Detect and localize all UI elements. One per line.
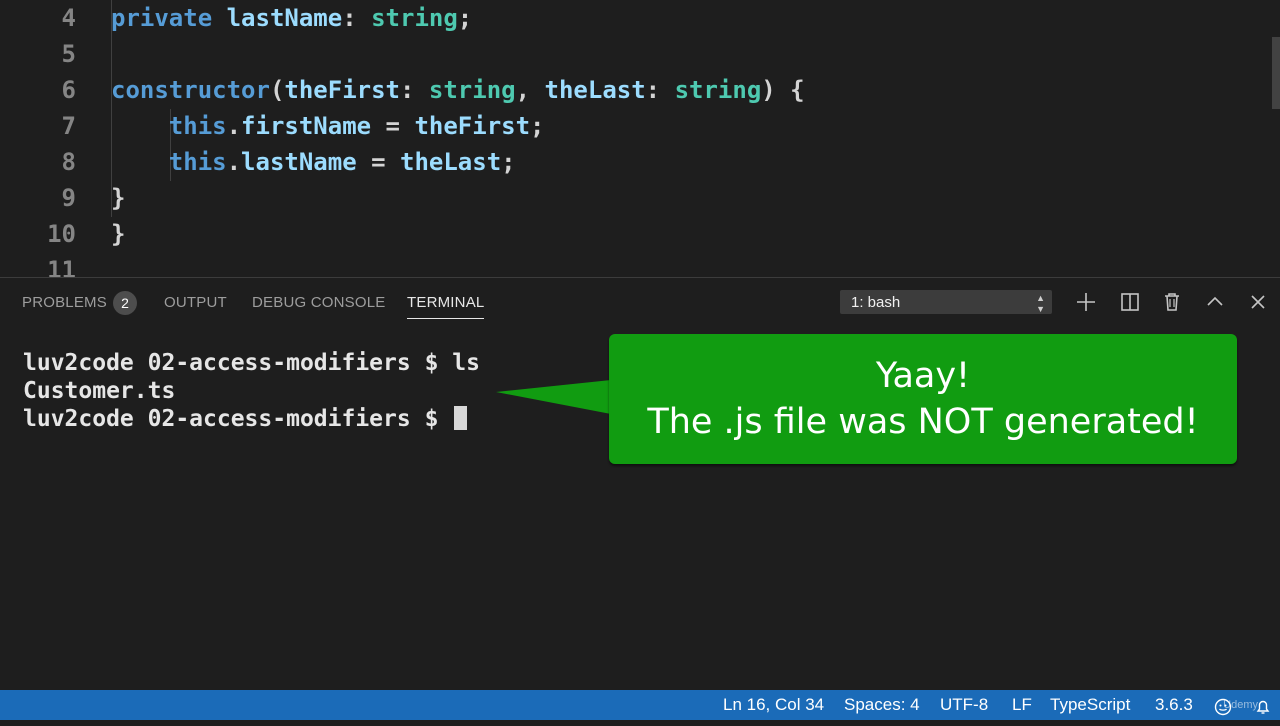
- code-line[interactable]: 11: [0, 252, 1280, 277]
- terminal-line: luv2code 02-access-modifiers $ ls: [23, 350, 480, 376]
- code-token: .: [226, 148, 242, 176]
- line-number: 9: [61, 184, 76, 212]
- watermark-text: Udemy: [1223, 699, 1258, 711]
- code-token: }: [111, 184, 126, 212]
- code-token: ) {: [761, 76, 805, 104]
- tab-problems[interactable]: PROBLEMS: [22, 294, 107, 318]
- terminal-cursor: [454, 406, 468, 430]
- trash-icon[interactable]: [1160, 290, 1184, 314]
- code-line[interactable]: 5: [0, 36, 1280, 72]
- code-line[interactable]: 9}: [0, 180, 1280, 216]
- code-token: lastName: [241, 148, 357, 176]
- status-cursor-position[interactable]: Ln 16, Col 34: [723, 690, 824, 720]
- line-number: 8: [61, 148, 76, 176]
- code-editor[interactable]: 4 private lastName: string; 5 6 constructor(…: [0, 0, 1280, 277]
- code-token: .: [226, 112, 242, 140]
- code-token: theFirst: [414, 112, 531, 140]
- status-bar: Ln 16, Col 34 Spaces: 4 UTF-8 LF TypeScr…: [0, 690, 1280, 720]
- code-line[interactable]: 4 private lastName: string;: [0, 0, 1280, 36]
- status-language[interactable]: TypeScript: [1050, 690, 1130, 720]
- line-number: 11: [47, 256, 76, 277]
- code-token: ;: [457, 4, 473, 32]
- code-token: :: [400, 76, 429, 104]
- code-token: ;: [501, 148, 516, 176]
- callout-pointer: [496, 380, 611, 414]
- code-token: theLast: [544, 76, 646, 104]
- code-token: ;: [530, 112, 545, 140]
- code-token: (: [269, 76, 285, 104]
- code-line[interactable]: 6 constructor(theFirst: string, theLast: …: [0, 72, 1280, 108]
- code-token: string: [674, 76, 762, 104]
- line-number: 10: [47, 220, 76, 248]
- code-token: this: [111, 112, 227, 140]
- terminal-select-value: 1: bash: [851, 294, 901, 311]
- split-icon[interactable]: [1118, 290, 1142, 314]
- code-token: lastName: [226, 4, 343, 32]
- status-encoding[interactable]: UTF-8: [940, 690, 988, 720]
- code-token: :: [342, 4, 372, 32]
- status-version[interactable]: 3.6.3: [1155, 690, 1193, 720]
- code-line[interactable]: 10}: [0, 216, 1280, 252]
- status-eol[interactable]: LF: [1012, 690, 1032, 720]
- line-number: 6: [61, 76, 76, 104]
- bell-icon[interactable]: [1254, 696, 1272, 714]
- line-number: 5: [61, 40, 76, 68]
- terminal-line: Customer.ts: [23, 378, 176, 404]
- terminal-prompt: luv2code 02-access-modifiers $: [23, 406, 453, 432]
- close-icon[interactable]: [1246, 290, 1270, 314]
- terminal-select[interactable]: 1: bash ▲ ▼: [840, 290, 1052, 314]
- annotation-callout: Yaay! The .js file was NOT generated!: [609, 334, 1237, 464]
- code-token: string: [428, 76, 516, 104]
- line-number: 4: [61, 4, 76, 32]
- plus-icon[interactable]: [1074, 290, 1098, 314]
- code-token: string: [371, 4, 458, 32]
- code-text: }: [111, 216, 125, 252]
- code-line[interactable]: 7 this.firstName = theFirst;: [0, 108, 1280, 144]
- tab-output[interactable]: OUTPUT: [164, 294, 227, 318]
- code-line[interactable]: 8 this.lastName = theLast;: [0, 144, 1280, 180]
- tab-debug-console[interactable]: DEBUG CONSOLE: [252, 294, 385, 318]
- select-arrows-icon: ▲ ▼: [1036, 293, 1045, 314]
- code-token: private: [111, 4, 227, 32]
- terminal-output[interactable]: luv2code 02-access-modifiers $ ls Custom…: [23, 349, 480, 433]
- terminal-prompt-line: luv2code 02-access-modifiers $: [23, 405, 480, 433]
- code-token: theLast: [400, 148, 502, 176]
- problems-count-badge: 2: [113, 291, 137, 315]
- code-text: this.lastName = theLast;: [111, 144, 516, 180]
- status-indentation[interactable]: Spaces: 4: [844, 690, 920, 720]
- code-token: :: [645, 76, 675, 104]
- code-token: theFirst: [284, 76, 400, 104]
- code-token: }: [111, 220, 126, 248]
- code-token: this: [111, 148, 227, 176]
- code-token: firstName: [241, 112, 372, 140]
- code-token: =: [371, 112, 415, 140]
- code-text: private lastName: string;: [111, 0, 472, 36]
- code-token: constructor: [111, 76, 270, 104]
- code-token: ,: [515, 76, 545, 104]
- panel-tabbar: PROBLEMS 2 OUTPUT DEBUG CONSOLE TERMINAL…: [0, 278, 1280, 326]
- callout-line-1: Yaay!: [875, 356, 971, 396]
- code-token: =: [356, 148, 400, 176]
- code-text: this.firstName = theFirst;: [111, 108, 545, 144]
- tab-terminal[interactable]: TERMINAL: [407, 294, 485, 319]
- callout-line-2: The .js file was NOT generated!: [647, 402, 1199, 442]
- chevron-up-icon[interactable]: [1203, 290, 1227, 314]
- code-text: constructor(theFirst: string, theLast: s…: [111, 72, 805, 108]
- line-number: 7: [61, 112, 76, 140]
- code-text: }: [111, 180, 125, 216]
